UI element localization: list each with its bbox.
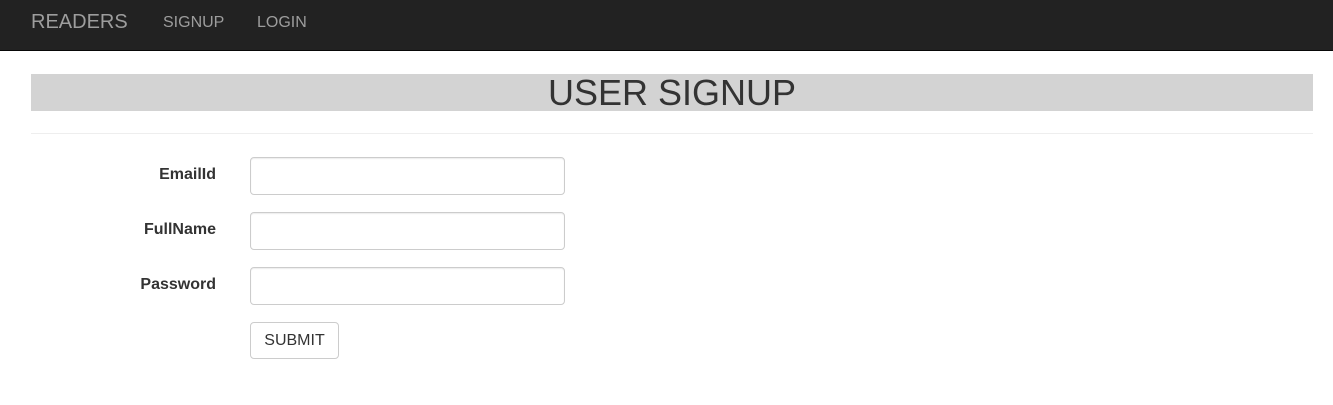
page-title: USER SIGNUP xyxy=(547,72,797,113)
divider xyxy=(31,133,1313,134)
brand-link[interactable]: READERS xyxy=(31,11,128,33)
email-field[interactable] xyxy=(250,157,565,195)
email-label: EmailId xyxy=(159,166,216,183)
submit-button[interactable]: SUBMIT xyxy=(250,322,339,359)
password-label: Password xyxy=(140,276,216,293)
page-title-bar: USER SIGNUP xyxy=(31,74,1313,111)
password-row: Password xyxy=(0,267,1333,305)
password-field[interactable] xyxy=(250,267,565,305)
navbar: READERS SIGNUP LOGIN xyxy=(0,0,1333,51)
email-row: EmailId xyxy=(0,157,1333,195)
nav-signup-link[interactable]: SIGNUP xyxy=(163,14,224,32)
fullname-label: FullName xyxy=(143,221,216,238)
fullname-row: FullName xyxy=(0,212,1333,250)
nav-login-link[interactable]: LOGIN xyxy=(257,14,307,32)
fullname-field[interactable] xyxy=(250,212,565,250)
